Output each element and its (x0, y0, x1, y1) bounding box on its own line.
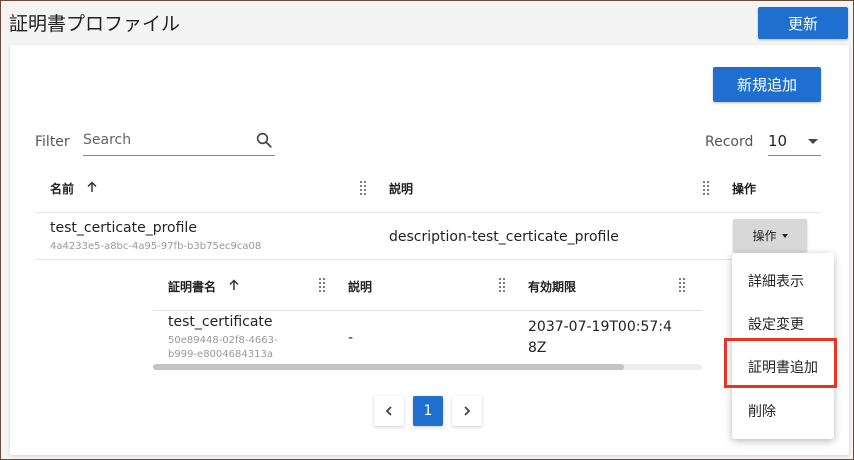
caret-down-icon (808, 139, 818, 144)
column-resize-icon[interactable] (359, 180, 367, 196)
subheader-divider (153, 310, 702, 311)
search-input[interactable] (83, 127, 248, 153)
profile-description: description-test_certicate_profile (389, 229, 619, 245)
header-divider (35, 212, 821, 213)
record-select-value: 10 (768, 132, 788, 150)
profile-id: 4a4233e5-a8bc-4a95-97fb-b3b75ec9ca08 (50, 241, 262, 252)
column-resize-icon[interactable] (678, 277, 686, 293)
column-resize-icon[interactable] (702, 180, 710, 196)
actions-dropdown-button[interactable]: 操作 (733, 219, 807, 252)
menu-item-add-certificate[interactable]: 証明書追加 (732, 349, 834, 385)
filter-label: Filter (35, 134, 70, 150)
menu-item-edit-settings[interactable]: 設定変更 (732, 306, 834, 342)
search-field[interactable] (83, 127, 275, 156)
pagination-page-1[interactable]: 1 (413, 396, 443, 426)
column-resize-icon[interactable] (318, 277, 326, 293)
subcolumn-header-certificate-name[interactable]: 証明書名 (168, 278, 216, 295)
column-resize-icon[interactable] (498, 277, 506, 293)
page-title: 証明書プロファイル (9, 13, 181, 35)
profile-card: 新規追加 Filter Record 10 名前 説明 操作 test_cert… (10, 45, 849, 455)
search-icon[interactable] (255, 131, 273, 149)
subcolumn-header-description[interactable]: 説明 (348, 278, 372, 295)
chevron-right-icon (464, 406, 471, 416)
certificate-name: test_certificate (168, 314, 273, 330)
certificate-id-line1: 50e89448-02f8-4663- (168, 335, 278, 346)
column-header-description[interactable]: 説明 (389, 180, 413, 197)
sort-ascending-icon[interactable] (228, 279, 240, 291)
sort-ascending-icon[interactable] (86, 181, 98, 193)
column-header-actions: 操作 (732, 182, 757, 196)
actions-button-label: 操作 (752, 229, 777, 243)
pagination-prev-button[interactable] (374, 396, 404, 426)
record-select[interactable]: 10 (768, 128, 821, 156)
subcolumn-header-expiry[interactable]: 有効期限 (528, 278, 576, 295)
column-header-name[interactable]: 名前 (50, 180, 74, 197)
refresh-button[interactable]: 更新 (758, 7, 848, 39)
menu-item-view-details[interactable]: 詳細表示 (732, 263, 834, 299)
profile-name: test_certicate_profile (50, 220, 197, 236)
caret-down-icon (781, 233, 788, 238)
row-divider (35, 259, 733, 260)
add-new-button[interactable]: 新規追加 (713, 67, 821, 102)
certificate-expiry-line2: 8Z (528, 340, 547, 356)
certificate-description: - (348, 330, 354, 346)
chevron-left-icon (385, 406, 392, 416)
certificate-expiry-line1: 2037-07-19T00:57:4 (528, 319, 672, 335)
horizontal-scrollbar-thumb[interactable] (153, 364, 624, 370)
actions-menu: 詳細表示 設定変更 証明書追加 削除 (724, 253, 837, 439)
record-label: Record (705, 134, 754, 150)
menu-item-delete[interactable]: 削除 (732, 393, 834, 429)
certificate-id-line2: b999-e8004684313a (168, 349, 273, 360)
pagination-next-button[interactable] (452, 396, 482, 426)
